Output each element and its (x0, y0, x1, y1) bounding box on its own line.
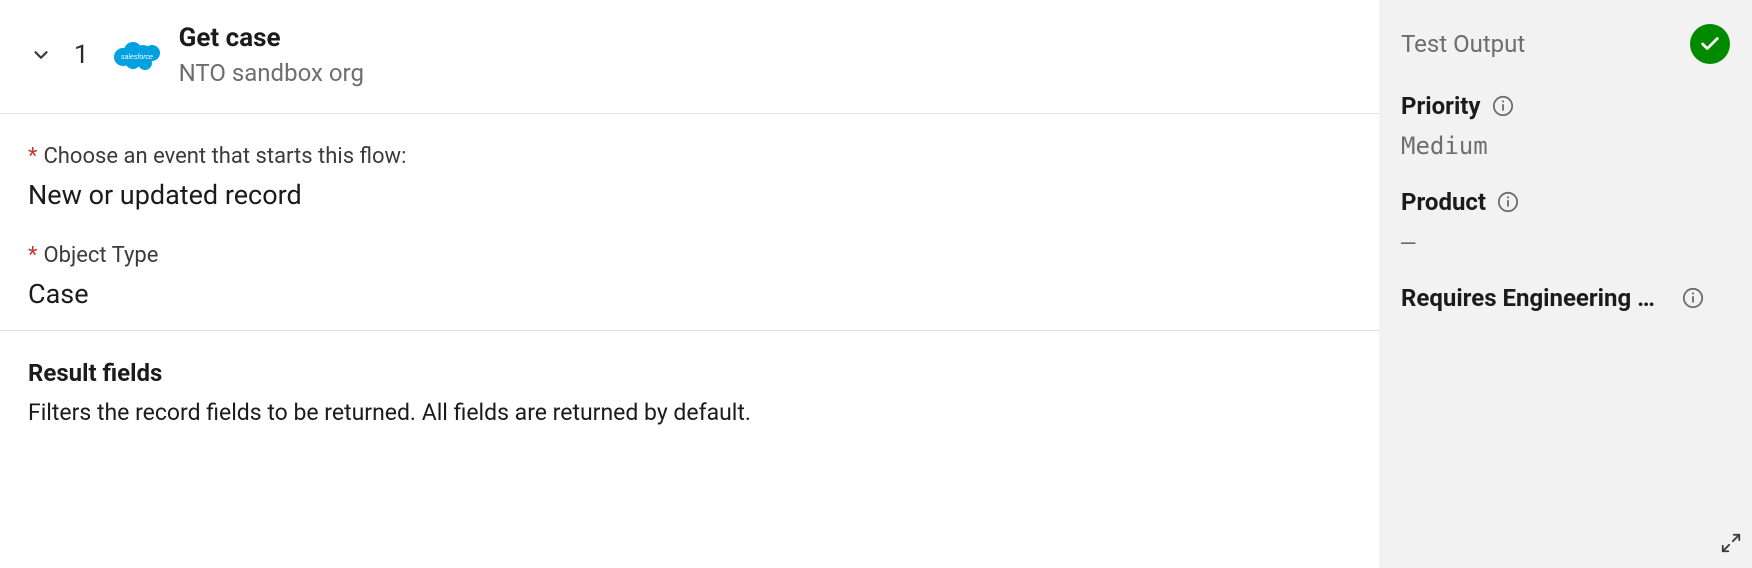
event-trigger-value: New or updated record (28, 179, 1351, 211)
step-title: Get case (179, 22, 364, 56)
output-field-requires-engineering: Requires Engineering A... (1401, 284, 1730, 312)
expand-icon[interactable] (1720, 532, 1742, 558)
test-output-label: Test Output (1401, 30, 1525, 58)
output-field-value: – (1401, 228, 1730, 256)
step-number: 1 (74, 40, 89, 70)
output-field-label: Requires Engineering A... (1401, 284, 1671, 312)
svg-text:salesforce: salesforce (121, 54, 153, 61)
info-icon[interactable] (1491, 94, 1515, 118)
step-header: 1 salesforce Get case NTO sandbox o (0, 0, 1379, 114)
event-trigger-label: *Choose an event that starts this flow: (28, 144, 1351, 169)
result-fields-heading: Result fields (28, 359, 1351, 387)
result-fields-description: Filters the record fields to be returned… (28, 399, 1351, 426)
success-check-icon (1690, 24, 1730, 64)
info-icon[interactable] (1681, 286, 1705, 310)
info-icon[interactable] (1496, 190, 1520, 214)
chevron-down-icon[interactable] (30, 44, 52, 66)
result-fields-section: Result fields Filters the record fields … (0, 331, 1379, 426)
object-type-value: Case (28, 278, 1351, 310)
object-type-label: *Object Type (28, 243, 1351, 268)
main-config-panel: 1 salesforce Get case NTO sandbox o (0, 0, 1379, 568)
output-field-priority: Priority Medium (1401, 92, 1730, 160)
test-output-panel: Test Output Priority Medium Product – (1379, 0, 1752, 568)
event-trigger-field[interactable]: *Choose an event that starts this flow: … (28, 144, 1351, 211)
output-field-product: Product – (1401, 188, 1730, 256)
object-type-field[interactable]: *Object Type Case (28, 243, 1351, 310)
output-field-label: Priority (1401, 92, 1481, 120)
output-field-label: Product (1401, 188, 1486, 216)
config-section: *Choose an event that starts this flow: … (0, 114, 1379, 331)
salesforce-cloud-icon: salesforce (111, 37, 163, 73)
step-title-block: Get case NTO sandbox org (179, 22, 364, 89)
test-output-header: Test Output (1401, 24, 1730, 64)
step-subtitle: NTO sandbox org (179, 58, 364, 89)
output-field-value: Medium (1401, 132, 1730, 160)
